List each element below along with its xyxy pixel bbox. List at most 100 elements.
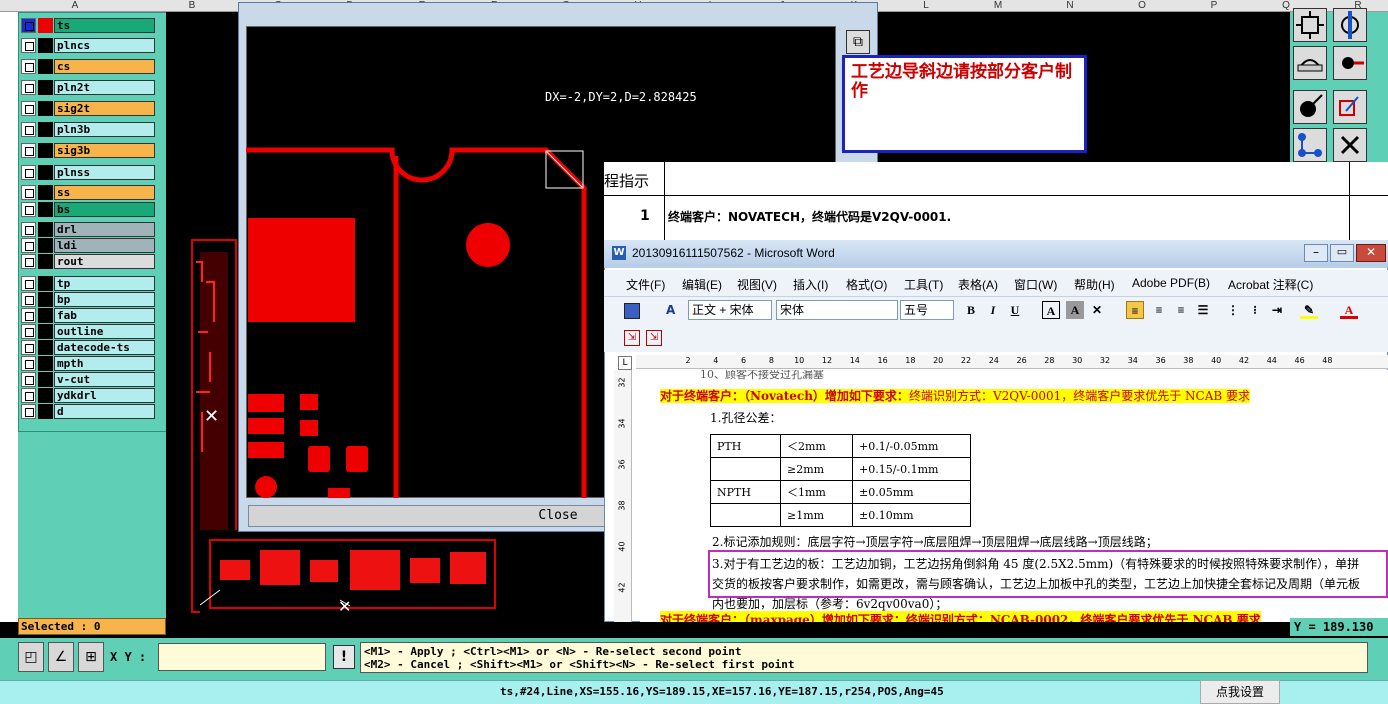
layer-row[interactable]: plncs xyxy=(21,38,155,53)
highlight-icon[interactable]: ✎ xyxy=(1300,301,1318,319)
underline-button[interactable]: U xyxy=(1006,301,1024,319)
layer-name[interactable]: sig3b xyxy=(54,143,155,158)
column-label[interactable]: O xyxy=(1138,0,1146,12)
save-icon[interactable] xyxy=(624,303,640,319)
layer-checkbox[interactable] xyxy=(21,165,36,180)
column-label[interactable]: A xyxy=(72,0,79,12)
layer-row[interactable]: tp xyxy=(21,276,155,291)
pdf-create-icon[interactable]: ⇲ xyxy=(624,330,640,346)
layer-checkbox[interactable] xyxy=(21,202,36,217)
layer-name[interactable]: bp xyxy=(54,292,155,307)
alert-button[interactable]: ! xyxy=(333,645,355,669)
layer-row[interactable]: sig3b xyxy=(21,143,155,158)
menu-item[interactable]: 插入(I) xyxy=(793,276,828,293)
layer-name[interactable]: fab xyxy=(54,308,155,323)
layer-name[interactable]: bs xyxy=(54,202,155,217)
font-combo[interactable]: 宋体 xyxy=(776,300,898,320)
bold-button[interactable]: B xyxy=(962,301,980,319)
layer-row[interactable]: outline xyxy=(21,324,155,339)
grid-icon[interactable]: ⊞ xyxy=(78,642,104,672)
layer-name[interactable]: plncs xyxy=(54,38,155,53)
menu-item[interactable]: 帮助(H) xyxy=(1074,276,1115,293)
net-icon[interactable] xyxy=(1293,128,1327,162)
bullets-button[interactable]: ⁝ xyxy=(1246,301,1264,319)
menu-item[interactable]: 文件(F) xyxy=(626,276,665,293)
layer-row[interactable]: pln3b xyxy=(21,122,155,137)
layer-row[interactable]: drl xyxy=(21,222,155,237)
layer-checkbox[interactable] xyxy=(21,59,36,74)
layer-name[interactable]: outline xyxy=(54,324,155,339)
layer-checkbox[interactable] xyxy=(21,122,36,137)
layer-name[interactable]: rout xyxy=(54,254,155,269)
layer-checkbox[interactable] xyxy=(21,324,36,339)
column-label[interactable]: B xyxy=(189,0,196,12)
layer-row[interactable]: cs xyxy=(21,59,155,74)
char-border-button[interactable]: A xyxy=(1042,301,1060,319)
layer-row[interactable]: pln2t xyxy=(21,80,155,95)
indent-button[interactable]: ⇥ xyxy=(1268,301,1286,319)
menu-item[interactable]: 工具(T) xyxy=(904,276,943,293)
layer-row[interactable]: v-cut xyxy=(21,372,155,387)
layer-row[interactable]: mpth xyxy=(21,356,155,371)
layer-row[interactable]: ts xyxy=(21,18,155,33)
measure-tool-icon[interactable] xyxy=(1293,46,1327,80)
layer-name[interactable]: pln2t xyxy=(54,80,155,95)
minimize-icon[interactable]: – xyxy=(1304,244,1328,262)
layer-checkbox[interactable] xyxy=(21,388,36,403)
styles-icon[interactable]: A xyxy=(666,303,675,317)
layer-checkbox[interactable] xyxy=(21,356,36,371)
layer-name[interactable]: d xyxy=(54,404,155,419)
layer-name[interactable]: ss xyxy=(54,185,155,200)
menu-item[interactable]: 格式(O) xyxy=(846,276,887,293)
layer-name[interactable]: datecode-ts xyxy=(54,340,155,355)
layer-name[interactable]: v-cut xyxy=(54,372,155,387)
layer-row[interactable]: rout xyxy=(21,254,155,269)
layer-checkbox[interactable] xyxy=(21,372,36,387)
align-justify-button[interactable]: ≡ xyxy=(1126,301,1144,319)
layer-checkbox[interactable] xyxy=(21,101,36,116)
layer-checkbox[interactable] xyxy=(21,38,36,53)
layer-row[interactable]: ldi xyxy=(21,238,155,253)
layer-name[interactable]: ts xyxy=(54,18,155,33)
pcb-bottom-strip[interactable]: ✕ ✕ xyxy=(200,530,610,620)
numbering-button[interactable]: ⋮ xyxy=(1224,301,1242,319)
layer-name[interactable]: ydkdrl xyxy=(54,388,155,403)
pad-tool-icon[interactable] xyxy=(1333,46,1367,80)
layer-name[interactable]: drl xyxy=(54,222,155,237)
menu-item[interactable]: Adobe PDF(B) xyxy=(1132,276,1210,290)
layer-name[interactable]: sig2t xyxy=(54,101,155,116)
font-size-combo[interactable]: 五号 xyxy=(900,300,954,320)
layer-row[interactable]: bp xyxy=(21,292,155,307)
column-label[interactable]: N xyxy=(1066,0,1073,12)
layer-row[interactable]: plnss xyxy=(21,165,155,180)
window-tile-icon[interactable]: ⧉ xyxy=(846,30,870,54)
distribute-button[interactable]: ☰ xyxy=(1194,301,1212,319)
char-shading-button[interactable]: A xyxy=(1066,301,1084,319)
align-right-button[interactable]: ≡ xyxy=(1172,301,1190,319)
pdf-email-icon[interactable]: ⇲ xyxy=(646,330,662,346)
layer-row[interactable]: datecode-ts xyxy=(21,340,155,355)
layer-row[interactable]: ss xyxy=(21,185,155,200)
delete-icon[interactable] xyxy=(1333,128,1367,162)
menu-item[interactable]: 窗口(W) xyxy=(1014,276,1057,293)
layer-row[interactable]: bs xyxy=(21,202,155,217)
close-icon[interactable]: ✕ xyxy=(1356,244,1386,262)
layer-row[interactable]: sig2t xyxy=(21,101,155,116)
layer-row[interactable]: d xyxy=(21,404,155,419)
zoom-area-icon[interactable]: ◰ xyxy=(18,642,44,672)
layer-name[interactable]: ldi xyxy=(54,238,155,253)
layer-checkbox[interactable] xyxy=(21,80,36,95)
snap-icon[interactable] xyxy=(1333,8,1367,42)
layer-name[interactable]: mpth xyxy=(54,356,155,371)
column-label[interactable]: P xyxy=(1211,0,1218,12)
column-label[interactable]: Q xyxy=(1282,0,1290,12)
layer-name[interactable]: cs xyxy=(54,59,155,74)
italic-button[interactable]: I xyxy=(984,301,1002,319)
horizontal-ruler[interactable]: 2 4 6 8 10 12 14 16 18 20 22 24 26 28 30 32 34 36 38 40 42 44… xyxy=(636,355,1388,369)
font-color-icon[interactable]: A xyxy=(1340,301,1358,319)
layer-row[interactable]: ydkdrl xyxy=(21,388,155,403)
menu-item[interactable]: 表格(A) xyxy=(958,276,998,293)
layer-row[interactable]: fab xyxy=(21,308,155,323)
layer-checkbox[interactable] xyxy=(21,18,36,33)
maximize-icon[interactable]: ▭ xyxy=(1330,244,1354,262)
